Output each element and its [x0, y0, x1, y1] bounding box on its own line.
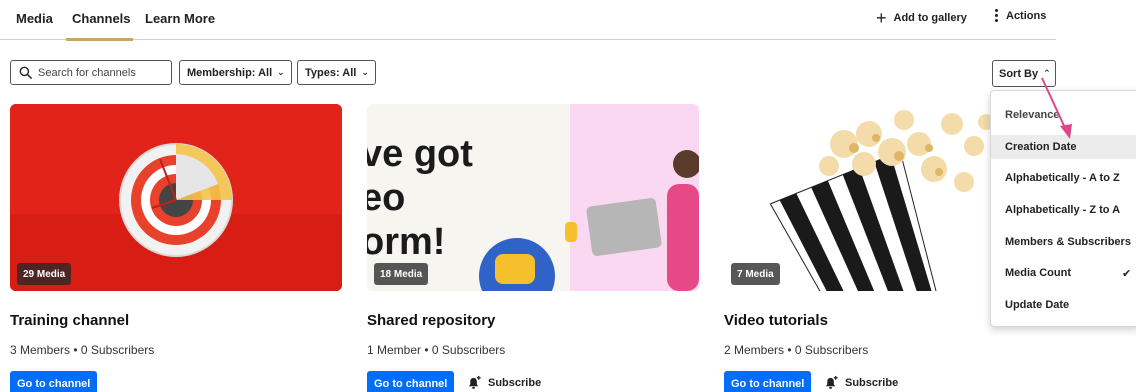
plus-icon: + [876, 8, 887, 28]
thumbnail-text: ve got eo orm! [367, 132, 473, 264]
sort-option-alpha-z-a[interactable]: Alphabetically - Z to A [991, 198, 1136, 222]
sort-option-update-date[interactable]: Update Date [991, 293, 1136, 317]
sort-option-alpha-a-z[interactable]: Alphabetically - A to Z [991, 166, 1136, 190]
go-to-channel-button[interactable]: Go to channel [10, 371, 98, 392]
sort-option-members-subscribers[interactable]: Members & Subscribers [991, 230, 1136, 254]
channel-members-count: 1 Member • 0 Subscribers [367, 343, 506, 357]
chevron-down-icon: ⌄ [277, 67, 285, 77]
membership-filter-label: Membership: All [187, 66, 273, 79]
search-icon [19, 66, 32, 79]
subscribe-label: Subscribe [845, 376, 899, 389]
sort-option-media-count-label: Media Count [1005, 267, 1071, 279]
add-to-gallery-label: Add to gallery [893, 12, 967, 24]
membership-filter[interactable]: Membership: All ⌄ [179, 60, 292, 85]
chevron-up-icon: ⌃ [1043, 68, 1051, 78]
search-box [10, 60, 172, 85]
subscribe-button[interactable]: Subscribe [824, 375, 898, 390]
search-input[interactable] [38, 66, 163, 79]
thumbnail-text-line: orm! [367, 221, 446, 263]
thumbnail-text-line: ve got [367, 133, 473, 175]
subscribe-label: Subscribe [488, 376, 542, 389]
top-navigation: Media Channels Learn More + Add to galle… [0, 0, 1056, 41]
bell-plus-icon [825, 375, 838, 389]
media-count-badge: 7 Media [731, 263, 780, 285]
actions-label: Actions [1006, 9, 1047, 22]
add-to-gallery-button[interactable]: + Add to gallery [876, 9, 967, 27]
checkmark-icon: ✔ [1122, 267, 1132, 280]
chevron-down-icon: ⌄ [361, 67, 369, 77]
channel-thumbnail[interactable]: 29 Media [10, 104, 342, 291]
sort-by-label: Sort By [999, 67, 1039, 80]
sort-option-relevance[interactable]: Relevance [991, 103, 1136, 127]
sort-option-media-count[interactable]: Media Count ✔ [991, 261, 1136, 285]
go-to-channel-button[interactable]: Go to channel [367, 371, 455, 392]
sort-option-creation-date[interactable]: Creation Date [991, 135, 1136, 159]
actions-button[interactable]: Actions [993, 9, 1046, 22]
active-tab-indicator [66, 38, 133, 41]
go-to-channel-button[interactable]: Go to channel [724, 371, 812, 392]
channel-title[interactable]: Shared repository [367, 312, 495, 329]
channel-title[interactable]: Training channel [10, 312, 129, 329]
channel-members-count: 2 Members • 0 Subscribers [724, 343, 869, 357]
channel-members-count: 3 Members • 0 Subscribers [10, 343, 155, 357]
vertical-dots-icon [993, 9, 999, 22]
types-filter-label: Types: All [305, 66, 357, 79]
media-count-badge: 18 Media [374, 263, 429, 285]
media-count-badge: 29 Media [17, 263, 72, 285]
bell-plus-icon [468, 375, 481, 389]
tab-learn-more[interactable]: Learn More [145, 11, 215, 26]
subscribe-button[interactable]: Subscribe [467, 375, 541, 390]
types-filter[interactable]: Types: All ⌄ [297, 60, 376, 85]
sort-dropdown-menu: Relevance Creation Date Alphabetically -… [990, 90, 1136, 327]
tab-media[interactable]: Media [16, 11, 53, 26]
sort-by-button[interactable]: Sort By ⌃ [992, 60, 1056, 87]
channel-title[interactable]: Video tutorials [724, 312, 828, 329]
thumbnail-text-line: eo [367, 177, 406, 219]
tab-channels[interactable]: Channels [72, 11, 131, 26]
channel-thumbnail[interactable]: ve got eo orm! 18 Media [367, 104, 699, 291]
